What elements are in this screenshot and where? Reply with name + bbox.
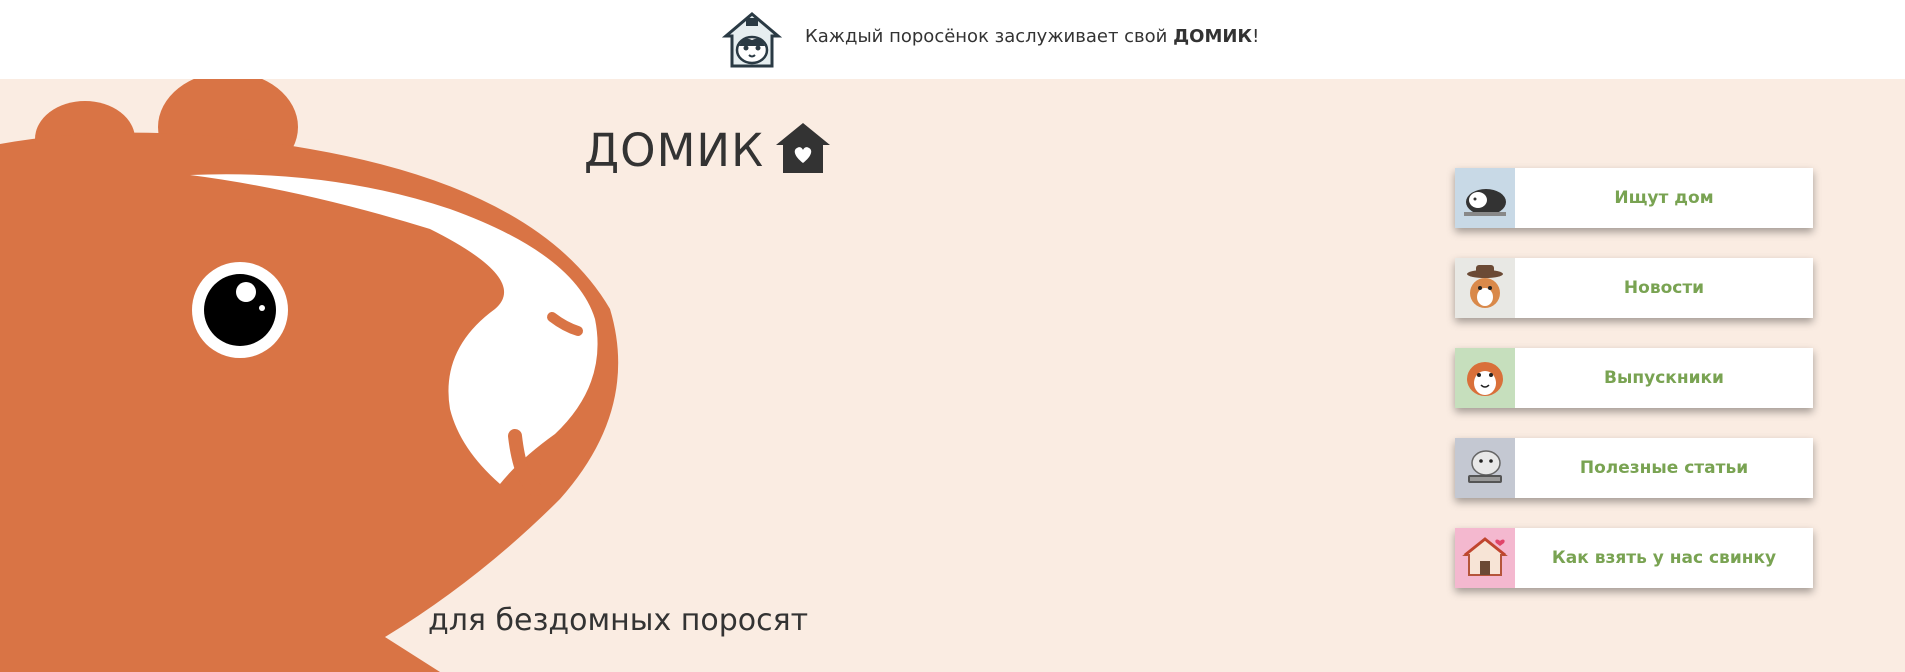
nav-thumb <box>1455 168 1515 228</box>
tagline-suffix: ! <box>1252 26 1260 47</box>
guinea-pig-house-logo[interactable] <box>721 10 783 70</box>
guinea-pig-house-icon <box>1460 531 1510 585</box>
nav-menu: Ищут дом Новости Выпускники Полезные ста… <box>1455 168 1813 618</box>
happy-guinea-pig-icon <box>1460 351 1510 405</box>
nav-label: Выпускники <box>1604 368 1724 388</box>
nav-item-news[interactable]: Новости <box>1455 258 1813 318</box>
nav-label: Ищут дом <box>1614 188 1714 208</box>
top-bar: Каждый поросёнок заслуживает свой ДОМИК! <box>0 0 1905 79</box>
nav-label: Полезные статьи <box>1579 458 1749 478</box>
nav-thumb <box>1455 258 1515 318</box>
house-heart-icon <box>774 121 832 179</box>
nav-item-how-to-adopt[interactable]: Как взять у нас свинку <box>1455 528 1813 588</box>
nav-thumb <box>1455 438 1515 498</box>
nav-thumb <box>1455 528 1515 588</box>
nav-item-looking-for-home[interactable]: Ищут дом <box>1455 168 1813 228</box>
nav-label: Как взять у нас свинку <box>1551 548 1777 568</box>
tagline-prefix: Каждый поросёнок заслуживает свой <box>805 26 1174 47</box>
nav-item-graduates[interactable]: Выпускники <box>1455 348 1813 408</box>
nav-thumb <box>1455 348 1515 408</box>
brand: ДОМИК <box>584 121 832 179</box>
tagline-strong: ДОМИК <box>1173 26 1253 47</box>
nav-label: Новости <box>1623 278 1705 298</box>
nav-item-useful-articles[interactable]: Полезные статьи <box>1455 438 1813 498</box>
sleeping-guinea-pig-icon <box>1460 174 1510 222</box>
subtitle: для бездомных поросят <box>428 603 809 638</box>
hero-section: ДОМИК для бездомных поросят Ищут дом Нов… <box>0 79 1905 672</box>
brand-title: ДОМИК <box>584 123 765 177</box>
guinea-pig-laptop-icon <box>1460 441 1510 495</box>
tagline: Каждый поросёнок заслуживает свой ДОМИК! <box>805 26 1259 47</box>
guinea-pig-with-hat-icon <box>1460 261 1510 315</box>
